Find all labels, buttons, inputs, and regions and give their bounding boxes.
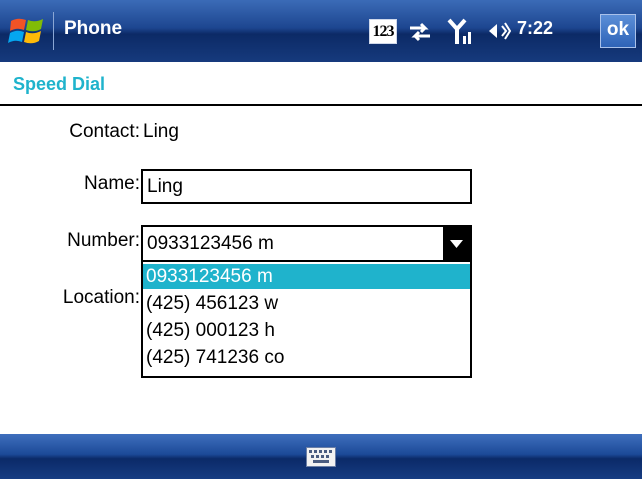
triangle-down-icon xyxy=(450,240,463,248)
windows-start-icon[interactable] xyxy=(8,12,48,50)
connectivity-icon[interactable] xyxy=(407,21,433,43)
location-label: Location: xyxy=(62,287,140,308)
clock[interactable]: 7:22 xyxy=(517,18,553,39)
title-separator xyxy=(53,12,54,50)
number-dropdown-button[interactable] xyxy=(443,227,470,260)
name-input[interactable]: Ling xyxy=(141,169,472,204)
keyboard-icon[interactable] xyxy=(306,447,336,467)
page-title: Speed Dial xyxy=(13,74,106,94)
volume-icon[interactable] xyxy=(487,20,511,42)
signal-icon[interactable] xyxy=(447,17,473,45)
number-dropdown-list: 0933123456 m (425) 456123 w (425) 000123… xyxy=(141,262,472,378)
title-bar: Phone 123 7:22 ok xyxy=(0,0,642,62)
ok-button[interactable]: ok xyxy=(600,14,636,48)
dropdown-option[interactable]: (425) 000123 h xyxy=(143,318,470,343)
input-mode-indicator[interactable]: 123 xyxy=(369,19,397,44)
number-label: Number: xyxy=(67,230,140,251)
name-label: Name: xyxy=(84,173,140,194)
dropdown-option[interactable]: (425) 741236 co xyxy=(143,345,470,370)
app-title: Phone xyxy=(64,18,123,39)
dropdown-option[interactable]: 0933123456 m xyxy=(143,264,470,289)
dropdown-option[interactable]: (425) 456123 w xyxy=(143,291,470,316)
contact-value: Ling xyxy=(143,121,179,142)
contact-label: Contact: xyxy=(69,121,140,142)
header-divider xyxy=(0,104,642,106)
number-select[interactable]: 0933123456 m xyxy=(141,225,472,262)
